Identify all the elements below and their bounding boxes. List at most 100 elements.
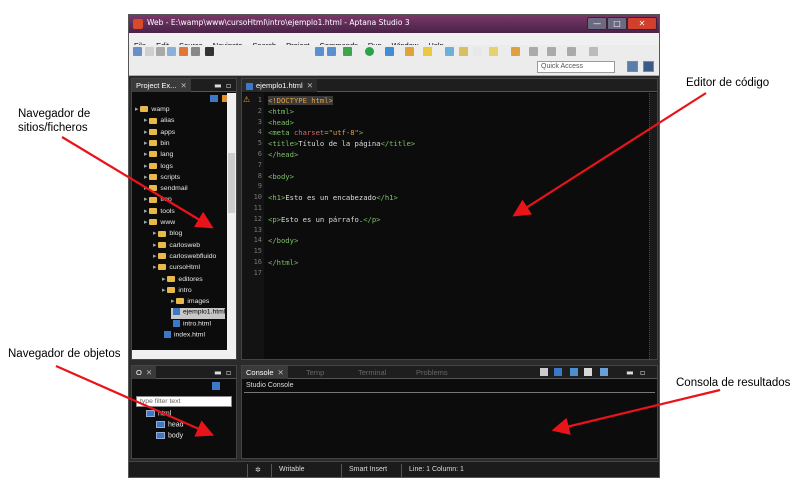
publish-icon[interactable] <box>179 47 188 56</box>
expand-toggle-icon[interactable]: ▸ <box>162 276 165 283</box>
close-tab-icon[interactable]: ✕ <box>278 368 284 377</box>
close-tab-icon[interactable]: ✕ <box>180 81 186 90</box>
terminal-icon[interactable] <box>191 47 200 56</box>
explorer-horizontal-scrollbar[interactable] <box>132 350 236 359</box>
expand-toggle-icon[interactable]: ▸ <box>144 117 147 124</box>
forward-icon[interactable] <box>567 47 576 56</box>
expand-toggle-icon[interactable]: ▸ <box>144 208 147 215</box>
maximize-button[interactable]: □ <box>607 17 627 30</box>
code-line[interactable]: <head> <box>268 118 294 127</box>
explorer-vertical-scrollbar[interactable] <box>227 93 236 350</box>
minimize-panel-icon[interactable]: ▬ <box>626 368 634 377</box>
print-icon[interactable] <box>167 47 176 56</box>
tab-temp[interactable]: Temp <box>302 366 328 379</box>
tree-item[interactable]: ▸ scripts <box>144 173 180 184</box>
tree-item[interactable]: ▸ apps <box>144 128 175 139</box>
pin-console-icon[interactable] <box>570 368 578 376</box>
outline-item[interactable]: html <box>146 410 171 417</box>
code-area[interactable]: <!DOCTYPE html> <html> <head> <meta charset… <box>264 93 649 359</box>
tree-item[interactable]: ▸ carlosweb <box>153 241 200 252</box>
tree-item[interactable]: ejemplo1.html <box>171 308 226 320</box>
tree-item[interactable]: ▸ lang <box>144 150 173 161</box>
maximize-panel-icon[interactable]: ▫ <box>226 81 231 90</box>
tree-item[interactable]: ▸ editores <box>162 275 203 286</box>
tree-item[interactable]: ▸ carloswebfluido <box>153 252 216 263</box>
scroll-lock-icon[interactable] <box>554 368 562 376</box>
tree-item[interactable]: ▸ logs <box>144 162 173 173</box>
expand-toggle-icon[interactable]: ▸ <box>162 287 165 294</box>
outline-item[interactable]: head <box>156 421 184 428</box>
expand-toggle-icon[interactable]: ▸ <box>144 163 147 170</box>
tree-item[interactable]: ▸ sendmail <box>144 184 188 195</box>
tree-item[interactable]: ▸ bin <box>144 139 170 150</box>
tab-console[interactable]: Console ✕ <box>242 366 288 379</box>
maximize-panel-icon[interactable]: ▫ <box>640 368 645 377</box>
maximize-panel-icon[interactable]: ▫ <box>226 368 231 377</box>
expand-toggle-icon[interactable]: ▸ <box>144 174 147 181</box>
expand-toggle-icon[interactable]: ▸ <box>144 219 147 226</box>
minimize-button[interactable]: — <box>587 17 607 30</box>
sort-icon[interactable] <box>212 382 220 390</box>
code-line[interactable]: <p>Esto es un párrafo.</p> <box>268 215 381 224</box>
code-line[interactable]: </body> <box>268 236 298 245</box>
tree-item[interactable]: intro.html <box>171 319 211 331</box>
code-line[interactable]: <body> <box>268 172 294 181</box>
run-icon[interactable] <box>365 47 374 56</box>
expand-toggle-icon[interactable]: ▸ <box>135 106 138 113</box>
brush-icon[interactable] <box>423 47 432 56</box>
code-line[interactable]: <h1>Esto es un encabezado</h1> <box>268 193 398 202</box>
open-perspective-icon[interactable] <box>627 61 638 72</box>
tree-item[interactable]: index.html <box>162 331 205 342</box>
external-tools-icon[interactable] <box>343 47 352 56</box>
tree-item[interactable]: ▸ blog <box>153 229 182 240</box>
web-perspective-icon[interactable] <box>643 61 654 72</box>
minimize-panel-icon[interactable]: ▬ <box>214 368 222 377</box>
pin-editor-icon[interactable] <box>589 47 598 56</box>
title-bar[interactable]: Web - E:\wamp\www\cursoHtml\intro\ejempl… <box>129 15 659 33</box>
tab-outline[interactable]: O ✕ <box>132 366 157 379</box>
close-tab-icon[interactable]: ✕ <box>307 81 313 90</box>
settings-gear-icon[interactable]: ✲ <box>255 466 261 474</box>
expand-toggle-icon[interactable]: ▸ <box>171 298 174 305</box>
minimize-panel-icon[interactable]: ▬ <box>214 81 222 90</box>
expand-toggle-icon[interactable]: ▸ <box>144 185 147 192</box>
expand-toggle-icon[interactable]: ▸ <box>144 151 147 158</box>
scroll-thumb[interactable] <box>228 153 235 213</box>
expand-toggle-icon[interactable]: ▸ <box>144 140 147 147</box>
back-icon[interactable] <box>529 47 538 56</box>
close-button[interactable]: ✕ <box>627 17 657 30</box>
prev-annotation-icon[interactable] <box>511 47 520 56</box>
save-all-icon[interactable] <box>156 47 165 56</box>
expand-toggle-icon[interactable]: ▸ <box>153 264 156 271</box>
back-icon-2[interactable] <box>547 47 556 56</box>
tree-item[interactable]: ▸ www <box>144 218 175 229</box>
outline-item[interactable]: body <box>156 432 183 439</box>
search-icon[interactable] <box>445 47 454 56</box>
tree-item[interactable]: ▸ alias <box>144 116 174 127</box>
new-icon[interactable] <box>133 47 142 56</box>
tab-terminal[interactable]: Terminal <box>354 366 390 379</box>
tree-item[interactable]: ▸ intro <box>162 286 192 297</box>
tab-problems[interactable]: Problems <box>412 366 452 379</box>
expand-toggle-icon[interactable]: ▸ <box>153 230 156 237</box>
pin-icon[interactable] <box>459 47 468 56</box>
quick-access-input[interactable]: Quick Access <box>537 61 615 73</box>
code-line[interactable]: </head> <box>268 150 298 159</box>
tree-item[interactable]: ▸ tools <box>144 207 175 218</box>
expand-toggle-icon[interactable]: ▸ <box>144 129 147 136</box>
open-browser-icon[interactable] <box>405 47 414 56</box>
clear-console-icon[interactable] <box>540 368 548 376</box>
next-annotation-icon[interactable] <box>489 47 498 56</box>
expand-toggle-icon[interactable]: ▸ <box>144 196 147 203</box>
tree-item[interactable]: ▸ wamp <box>135 105 170 116</box>
open-console-icon[interactable] <box>600 368 608 376</box>
tab-ejemplo1[interactable]: ejemplo1.html ✕ <box>242 79 317 92</box>
annotation-icon[interactable] <box>473 47 482 56</box>
collapse-all-icon[interactable] <box>210 95 218 102</box>
code-line[interactable]: <meta charset="utf-8"> <box>268 128 363 137</box>
save-icon[interactable] <box>145 47 154 56</box>
debug-icon[interactable] <box>315 47 324 56</box>
close-tab-icon[interactable]: ✕ <box>146 368 152 377</box>
warning-icon[interactable]: ⚠ <box>243 95 250 104</box>
outline-filter-input[interactable]: type filter text <box>136 396 232 407</box>
